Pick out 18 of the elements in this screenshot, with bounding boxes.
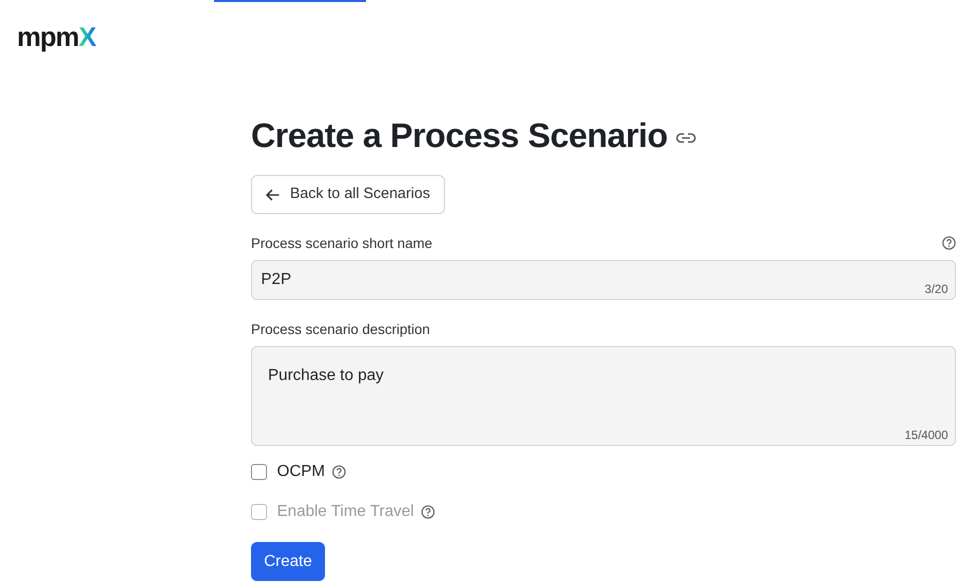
arrow-left-icon bbox=[266, 188, 280, 200]
textarea-field[interactable]: Purchase to pay 15/4000 bbox=[251, 346, 956, 446]
help-icon[interactable] bbox=[420, 505, 435, 519]
link-icon[interactable] bbox=[676, 132, 696, 144]
checkbox-label: OCPM bbox=[277, 462, 325, 482]
field-label: Process scenario short name bbox=[251, 234, 432, 252]
character-counter: 15/4000 bbox=[904, 427, 948, 444]
help-icon[interactable] bbox=[332, 465, 346, 479]
checkbox[interactable] bbox=[251, 464, 267, 480]
checkbox-label: Enable Time Travel bbox=[277, 502, 414, 522]
help-icon[interactable] bbox=[942, 236, 956, 250]
character-counter: 3/20 bbox=[924, 281, 948, 298]
field-label: Process scenario description bbox=[251, 320, 430, 339]
create-button[interactable]: Create bbox=[251, 542, 326, 581]
input-field[interactable]: P2P 3/20 bbox=[251, 260, 956, 300]
back-button[interactable]: Back to all Scenarios bbox=[251, 175, 446, 214]
logo: mpmX bbox=[17, 24, 96, 51]
page-title: Create a Process Scenario bbox=[251, 116, 668, 156]
